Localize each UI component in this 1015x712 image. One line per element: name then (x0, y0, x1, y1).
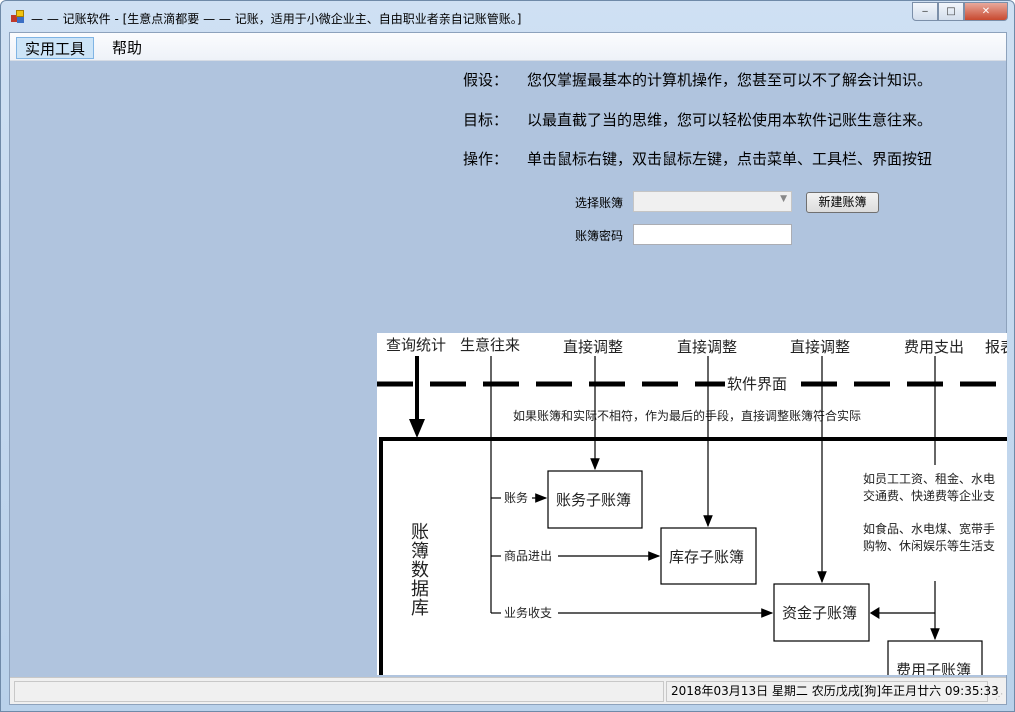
expense-note-1: 如员工工资、租金、水电 (863, 471, 995, 486)
chevron-down-icon: ▼ (780, 194, 787, 204)
goal-text: 以最直截了当的思维，您可以轻松使用本软件记账生意往来。 (527, 111, 933, 129)
box-accounts-label: 账务子账簿 (556, 491, 631, 509)
database-label: 账簿数据库 (411, 522, 429, 619)
expense-note-3: 如食品、水电煤、宽带手 (863, 521, 995, 536)
assumption-label: 假设： (463, 71, 509, 89)
resize-grip[interactable]: ⋰ (995, 692, 1003, 701)
close-button[interactable]: ✕ (964, 2, 1008, 21)
box-funds-label: 资金子账簿 (782, 604, 857, 622)
minimize-button[interactable]: ‒ (912, 2, 938, 21)
status-datetime: 2018年03月13日 星期二 农历戊戌[狗]年正月廿六 09:35:33 (666, 681, 999, 702)
label-adjust-2: 直接调整 (677, 338, 737, 356)
label-query: 查询统计 (386, 336, 446, 354)
select-ledger-label: 选择账簿 (575, 196, 624, 210)
diagram-svg: 查询统计 生意往来 直接调整 直接调整 直接调整 费用支出 报表 软件界面 如果… (377, 336, 1007, 675)
label-expense: 费用支出 (904, 338, 964, 356)
operation-text: 单击鼠标右键，双击鼠标左键，点击菜单、工具栏、界面按钮 (527, 150, 933, 168)
maximize-button[interactable]: □ (938, 2, 964, 21)
app-icon (11, 10, 25, 23)
status-panel-left (14, 681, 664, 702)
branch-goods: 商品进出 (504, 548, 552, 563)
app-window: — — 记账软件 - [生意点滴都要 — — 记账，适用于小微企业主、自由职业者… (0, 0, 1015, 712)
label-adjust-1: 直接调整 (563, 338, 623, 356)
branch-business: 业务收支 (504, 605, 552, 620)
label-business: 生意往来 (460, 336, 520, 354)
adjust-note: 如果账簿和实际不相符，作为最后的手段，直接调整账簿符合实际 (513, 408, 861, 423)
client-area: 实用工具 帮助 假设： 您仅掌握最基本的计算机操作，您甚至可以不了解会计知识。 … (9, 32, 1007, 705)
operation-label: 操作： (463, 150, 509, 168)
boundary-label: 软件界面 (727, 375, 787, 393)
branch-accounts: 账务 (504, 490, 528, 505)
svg-text:账簿数据库: 账簿数据库 (411, 522, 429, 619)
assumption-text: 您仅掌握最基本的计算机操作，您甚至可以不了解会计知识。 (527, 71, 933, 89)
menu-help[interactable]: 帮助 (104, 37, 150, 59)
ledger-select[interactable]: ▼ (633, 191, 792, 212)
goal-label: 目标： (463, 111, 509, 129)
ledger-password-input[interactable] (633, 224, 792, 245)
title-bar[interactable]: — — 记账软件 - [生意点滴都要 — — 记账，适用于小微企业主、自由职业者… (1, 1, 1014, 31)
label-report: 报表 (985, 338, 1007, 356)
workflow-diagram: 查询统计 生意往来 直接调整 直接调整 直接调整 费用支出 报表 软件界面 如果… (377, 333, 1007, 675)
ledger-password-label: 账簿密码 (575, 229, 624, 243)
expense-note-4: 购物、休闲娱乐等生活支 (863, 538, 995, 553)
status-bar: 2018年03月13日 星期二 农历戊戌[狗]年正月廿六 09:35:33 ⋰ (10, 677, 1006, 704)
menu-tools[interactable]: 实用工具 (16, 37, 95, 59)
new-ledger-button[interactable]: 新建账簿 (806, 192, 879, 213)
box-inventory-label: 库存子账簿 (669, 548, 744, 566)
box-expense-label: 费用子账簿 (896, 661, 971, 675)
menu-bar: 实用工具 帮助 (10, 33, 1006, 61)
label-adjust-3: 直接调整 (790, 338, 850, 356)
window-title: — — 记账软件 - [生意点滴都要 — — 记账，适用于小微企业主、自由职业者… (31, 12, 522, 26)
expense-note-2: 交通费、快递费等企业支 (863, 488, 995, 503)
